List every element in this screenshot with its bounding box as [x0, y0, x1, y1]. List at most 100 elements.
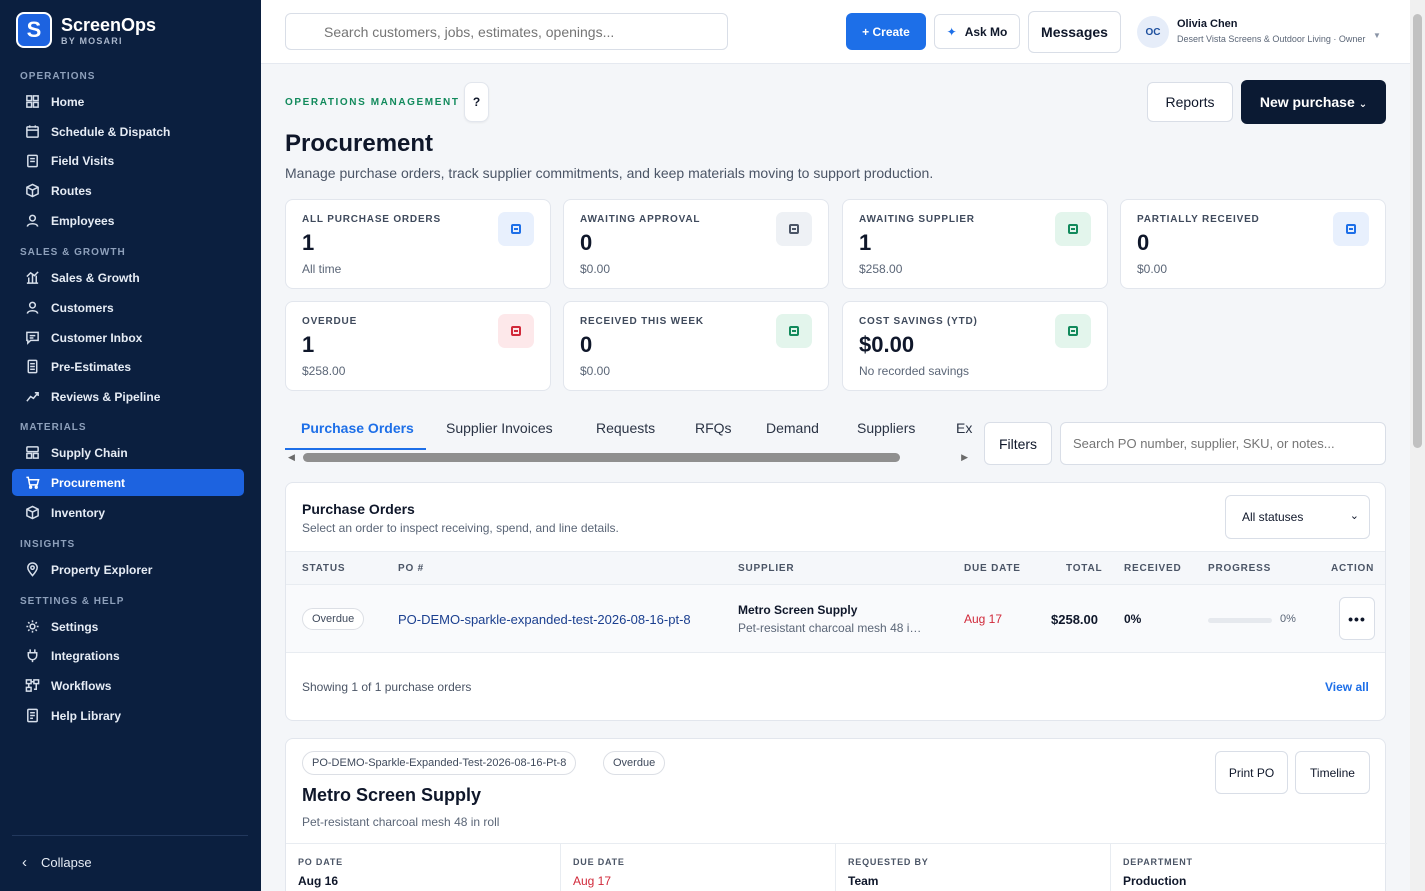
stat-card[interactable]: AWAITING SUPPLIER 1 $258.00 — [842, 199, 1108, 289]
print-po-button[interactable]: Print PO — [1215, 751, 1288, 794]
user-org: Desert Vista Screens & Outdoor Living · … — [1177, 34, 1366, 44]
sidebar-item-workflows[interactable]: Workflows — [12, 672, 244, 699]
stat-label: PARTIALLY RECEIVED — [1137, 214, 1260, 225]
tab-suppliers[interactable]: Suppliers — [857, 420, 915, 436]
sidebar-item-customer-inbox[interactable]: Customer Inbox — [12, 324, 244, 351]
stat-label: AWAITING APPROVAL — [580, 214, 701, 225]
sidebar-item-reviews-pipeline[interactable]: Reviews & Pipeline — [12, 383, 244, 410]
stat-card[interactable]: ALL PURCHASE ORDERS 1 All time — [285, 199, 551, 289]
home-icon — [24, 94, 40, 110]
receipt-icon — [498, 212, 534, 246]
field-label: DEPARTMENT — [1123, 857, 1193, 867]
calendar-icon — [24, 124, 40, 140]
view-all-link[interactable]: View all — [1325, 680, 1369, 694]
stat-card[interactable]: OVERDUE 1 $258.00 — [285, 301, 551, 391]
received-percent: 0% — [1124, 612, 1142, 626]
stat-sub: $258.00 — [859, 262, 903, 276]
tab-rfqs[interactable]: RFQs — [695, 420, 732, 436]
detail-description: Pet-resistant charcoal mesh 48 in roll — [302, 815, 500, 829]
row-actions-button[interactable]: ••• — [1339, 597, 1375, 640]
sidebar-item-sales-growth[interactable]: Sales & Growth — [12, 264, 244, 291]
page-scrollbar[interactable] — [1410, 0, 1425, 891]
global-search-input[interactable] — [285, 13, 728, 50]
sidebar-item-procurement[interactable]: Procurement — [12, 469, 244, 496]
progress-label: 0% — [1280, 613, 1296, 625]
sidebar-item-property-explorer[interactable]: Property Explorer — [12, 556, 244, 583]
gear-icon — [24, 619, 40, 635]
order-total: $258.00 — [1051, 612, 1098, 627]
boxes-icon — [24, 445, 40, 461]
po-search-input[interactable] — [1060, 422, 1386, 465]
page-scrollbar-thumb[interactable] — [1413, 14, 1422, 448]
topbar: + Create ✦ Ask Mo Messages OC Olivia Che… — [261, 0, 1410, 64]
tab-more[interactable]: Ex — [956, 420, 972, 436]
avatar[interactable]: OC — [1137, 16, 1169, 48]
po-number-link[interactable]: PO-DEMO-sparkle-expanded-test-2026-08-16… — [398, 612, 691, 627]
field-value: Production — [1123, 874, 1187, 888]
sidebar-item-label: Procurement — [51, 475, 126, 490]
create-button[interactable]: + Create — [846, 13, 926, 50]
brand[interactable]: S ScreenOps BY MOSARI — [16, 12, 156, 48]
tab-demand[interactable]: Demand — [766, 420, 819, 436]
chevron-down-icon[interactable]: ▼ — [1373, 31, 1381, 40]
stat-card[interactable]: COST SAVINGS (YTD) $0.00 No recorded sav… — [842, 301, 1108, 391]
stat-value: 0 — [1137, 230, 1150, 255]
card-title: Purchase Orders — [302, 501, 415, 517]
sidebar-item-customers[interactable]: Customers — [12, 294, 244, 321]
help-button[interactable]: ? — [464, 82, 489, 122]
detail-field-po-date: PO DATE Aug 16 — [286, 844, 561, 891]
results-count: Showing 1 of 1 purchase orders — [302, 680, 472, 694]
sidebar-item-label: Integrations — [51, 648, 120, 663]
sidebar-item-integrations[interactable]: Integrations — [12, 642, 244, 669]
tabs-scrollbar-thumb[interactable] — [303, 453, 900, 462]
ask-mo-button[interactable]: ✦ Ask Mo — [934, 14, 1020, 49]
po-number-chip: PO-DEMO-Sparkle-Expanded-Test-2026-08-16… — [302, 751, 577, 775]
sidebar-item-routes[interactable]: Routes — [12, 177, 244, 204]
sidebar-item-supply-chain[interactable]: Supply Chain — [12, 439, 244, 466]
stat-card[interactable]: RECEIVED THIS WEEK 0 $0.00 — [563, 301, 829, 391]
sidebar-item-employees[interactable]: Employees — [12, 207, 244, 234]
status-filter-select[interactable]: All statuses ⌄ — [1225, 495, 1370, 539]
tabs-scrollbar[interactable]: ◀ ▶ — [285, 451, 975, 465]
sidebar-item-field-visits[interactable]: Field Visits — [12, 147, 244, 174]
collapse-button[interactable]: ‹ Collapse — [22, 854, 92, 871]
progress-bar — [1208, 618, 1272, 623]
cart-icon — [24, 475, 40, 491]
stat-value: 1 — [302, 230, 315, 255]
scroll-left-icon[interactable]: ◀ — [288, 452, 295, 463]
user-name[interactable]: Olivia Chen — [1177, 18, 1238, 30]
field-value: Team — [848, 874, 879, 888]
filters-button[interactable]: Filters — [984, 422, 1052, 465]
sidebar-item-schedule[interactable]: Schedule & Dispatch — [12, 118, 244, 145]
supplier-name: Metro Screen Supply — [738, 603, 858, 617]
book-icon — [24, 708, 40, 724]
map-pin-icon — [24, 562, 40, 578]
column-header: PO # — [398, 563, 424, 574]
sidebar-item-label: Inventory — [51, 505, 106, 520]
ask-mo-label: Ask Mo — [964, 24, 1008, 39]
sidebar-item-home[interactable]: Home — [12, 88, 244, 115]
sidebar-item-inventory[interactable]: Inventory — [12, 499, 244, 526]
tab-purchase-orders[interactable]: Purchase Orders — [301, 420, 414, 436]
stat-card[interactable]: PARTIALLY RECEIVED 0 $0.00 — [1120, 199, 1386, 289]
sidebar-item-settings[interactable]: Settings — [12, 613, 244, 640]
stat-card[interactable]: AWAITING APPROVAL 0 $0.00 — [563, 199, 829, 289]
package-icon — [24, 505, 40, 521]
tab-requests[interactable]: Requests — [596, 420, 655, 436]
sidebar-item-pre-estimates[interactable]: Pre-Estimates — [12, 353, 244, 380]
sidebar-item-label: Reviews & Pipeline — [51, 389, 161, 404]
reports-button[interactable]: Reports — [1147, 82, 1233, 122]
sidebar: S ScreenOps BY MOSARI OPERATIONS Home Sc… — [0, 0, 261, 891]
timeline-button[interactable]: Timeline — [1295, 751, 1370, 794]
table-row[interactable]: Overdue PO-DEMO-sparkle-expanded-test-20… — [286, 585, 1385, 653]
nav-section-settings: SETTINGS & HELP — [20, 596, 125, 607]
scroll-right-icon[interactable]: ▶ — [961, 452, 968, 463]
tab-supplier-invoices[interactable]: Supplier Invoices — [446, 420, 553, 436]
column-header: PROGRESS — [1208, 563, 1272, 574]
table-header: STATUS PO # SUPPLIER DUE DATE TOTAL RECE… — [286, 551, 1385, 585]
messages-button[interactable]: Messages — [1028, 11, 1121, 53]
sidebar-item-help-library[interactable]: Help Library — [12, 702, 244, 729]
chevron-down-icon: ⌄ — [1358, 98, 1368, 110]
new-purchase-button[interactable]: New purchase ⌄ — [1241, 80, 1386, 124]
column-header: SUPPLIER — [738, 563, 795, 574]
